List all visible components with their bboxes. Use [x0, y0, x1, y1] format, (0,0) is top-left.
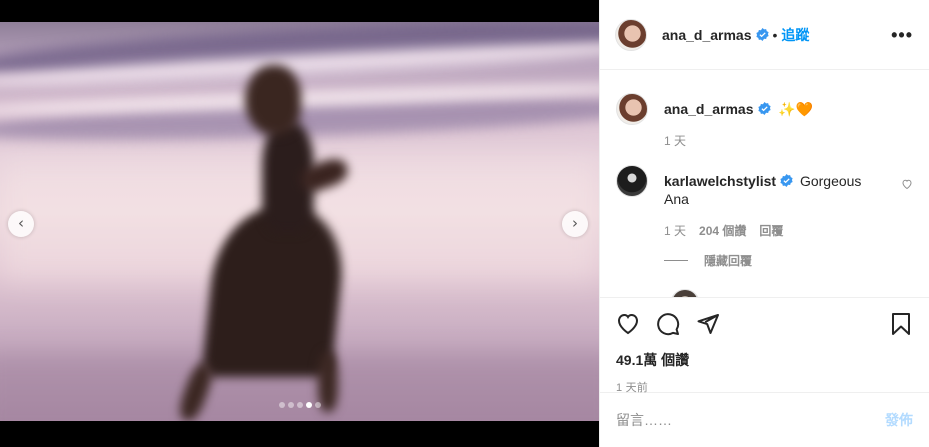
comment-timestamp[interactable]: 1 天 [664, 222, 686, 240]
author-avatar[interactable] [615, 18, 647, 51]
caption-text: ✨🧡 [778, 101, 814, 117]
comment-likes-count[interactable]: 204 個讚 [699, 222, 746, 240]
separator-dot: • [772, 26, 778, 43]
caption-timestamp[interactable]: 1 天 [664, 132, 686, 150]
commenter-avatar[interactable] [616, 165, 648, 197]
caption: ana_d_armas ✨🧡 1 天 [616, 93, 913, 150]
comment-like-heart-icon[interactable] [901, 178, 913, 190]
likes-count[interactable]: 49.1萬 個讚 [616, 350, 913, 370]
caption-avatar[interactable] [616, 93, 648, 125]
comments-list[interactable]: ana_d_armas ✨🧡 1 天 karlawelchstylist Gor… [600, 71, 929, 297]
verified-badge-icon [780, 174, 793, 187]
like-heart-icon[interactable] [616, 312, 640, 336]
comment-input[interactable] [616, 412, 885, 428]
post-header: ana_d_armas • 追蹤 ••• [600, 0, 929, 70]
carousel-dot [305, 402, 312, 408]
comment-item: karlawelchstylist Gorgeous Ana 1 天 204 個… [616, 165, 913, 240]
carousel-indicator [0, 402, 599, 408]
carousel-dot [278, 402, 285, 408]
share-plane-icon[interactable] [696, 312, 720, 336]
post-side-panel: ana_d_armas • 追蹤 ••• ana_d_armas ✨🧡 1 天 [599, 0, 929, 447]
comment-bubble-icon[interactable] [656, 312, 680, 336]
verified-badge-icon [755, 28, 769, 41]
commenter-username[interactable]: karlawelchstylist [664, 173, 776, 189]
reply-item: sebastiandcm [670, 289, 913, 297]
carousel-dot [314, 402, 321, 408]
follow-button[interactable]: 追蹤 [781, 25, 809, 45]
caption-username[interactable]: ana_d_armas [664, 101, 754, 117]
author-username[interactable]: ana_d_armas [662, 27, 752, 43]
more-options-icon[interactable]: ••• [891, 26, 913, 44]
reply-button[interactable]: 回覆 [759, 222, 783, 240]
post-media: ‹ › [0, 0, 599, 447]
add-comment-bar: 發佈 [600, 393, 929, 447]
post-comment-button[interactable]: 發佈 [885, 410, 913, 430]
carousel-dot [296, 402, 303, 408]
hide-replies-label: 隱藏回覆 [704, 254, 753, 268]
reply-username[interactable]: sebastiandcm [718, 289, 811, 297]
reply-avatar[interactable] [670, 289, 700, 297]
carousel-prev-button[interactable]: ‹ [8, 211, 34, 237]
carousel-next-button[interactable]: › [562, 211, 588, 237]
verified-badge-icon [757, 102, 771, 115]
hide-replies-button[interactable]: 隱藏回覆 [664, 252, 913, 269]
post-actions: 49.1萬 個讚 1 天前 [600, 297, 929, 394]
post-photo[interactable] [0, 22, 599, 421]
save-bookmark-icon[interactable] [889, 312, 913, 336]
carousel-dot [287, 402, 294, 408]
